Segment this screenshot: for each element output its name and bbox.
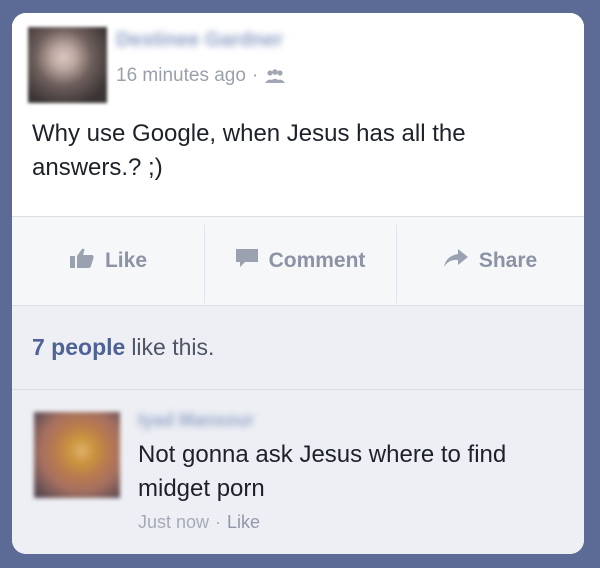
post-meta: 16 minutes ago · xyxy=(116,65,286,87)
thumbs-up-icon xyxy=(69,247,95,275)
post-card: Destinee Gardner 16 minutes ago · Why us… xyxy=(12,13,584,554)
comment-time: Just now xyxy=(138,512,210,532)
author-name[interactable]: Destinee Gardner xyxy=(116,29,336,53)
author-avatar[interactable] xyxy=(28,27,107,103)
post: Destinee Gardner 16 minutes ago · Why us… xyxy=(12,13,584,216)
comment-text: Not gonna ask Jesus where to find midget… xyxy=(138,441,507,502)
likes-count-link[interactable]: 7 people xyxy=(32,334,125,361)
meta-separator: · xyxy=(251,65,259,86)
action-bar: Like Comment Share xyxy=(12,216,584,305)
like-label: Like xyxy=(104,249,148,272)
comment-bubble-icon xyxy=(235,247,259,275)
post-text: Why use Google, when Jesus has all the a… xyxy=(32,120,466,181)
likes-suffix: like this. xyxy=(131,334,215,360)
comment-meta: Just now · Like xyxy=(138,512,260,533)
share-label: Share xyxy=(478,249,538,272)
share-arrow-icon xyxy=(443,247,469,275)
like-button[interactable]: Like xyxy=(12,217,204,305)
post-timestamp[interactable]: 16 minutes ago xyxy=(116,65,246,87)
comment: Iyad Mansour Not gonna ask Jesus where t… xyxy=(12,390,584,554)
comment-label: Comment xyxy=(268,249,366,272)
comment-button[interactable]: Comment xyxy=(204,217,396,305)
friends-privacy-icon[interactable] xyxy=(264,68,286,84)
share-button[interactable]: Share xyxy=(396,217,584,305)
comment-meta-separator: · xyxy=(215,512,222,532)
commenter-avatar[interactable] xyxy=(34,412,120,498)
comment-like-link[interactable]: Like xyxy=(227,512,260,533)
commenter-name[interactable]: Iyad Mansour xyxy=(138,410,308,432)
likes-summary: 7 people like this. xyxy=(12,305,584,390)
